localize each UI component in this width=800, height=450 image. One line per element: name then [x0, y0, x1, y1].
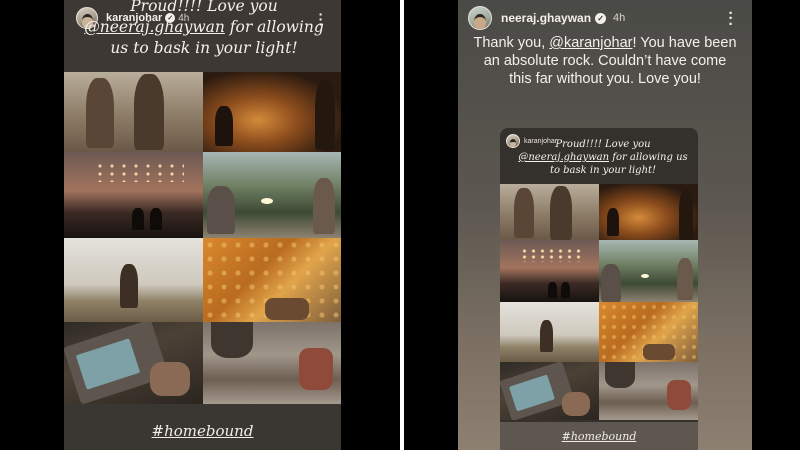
caption-text: Proud!!!! Love you [130, 0, 278, 15]
photo-tile [202, 322, 341, 404]
caption-mention[interactable]: @neeraj.ghaywan [84, 18, 225, 36]
shared-hashtag[interactable]: #homebound [500, 430, 698, 443]
hashtag-link[interactable]: #homebound [64, 422, 341, 440]
story-left: karanjohar ✓ 4h · · · Proud!!!! Love you @… [64, 0, 341, 450]
photo-tile [599, 184, 698, 240]
shared-caption-mention: @neeraj.ghaywan [518, 152, 610, 163]
post-time: 4h [613, 12, 626, 24]
avatar[interactable] [468, 6, 492, 30]
photo-tile [202, 72, 341, 152]
photo-tile [500, 302, 599, 362]
photo-grid [64, 72, 341, 404]
photo-tile [599, 302, 698, 362]
photo-tile [500, 184, 599, 240]
reply-mention[interactable]: @karanjohar [549, 35, 632, 51]
reply-text-start: Thank you, [473, 35, 550, 51]
photo-tile [599, 362, 698, 420]
photo-tile [64, 72, 203, 152]
photo-tile [202, 152, 341, 238]
photo-tile [202, 238, 341, 322]
more-options-icon[interactable]: · · · [726, 6, 736, 31]
story-user-row[interactable]: neeraj.ghaywan ✓ 4h [468, 6, 625, 30]
shared-story-card[interactable]: karanjohar Proud!!!! Love you @neeraj.gh… [500, 128, 698, 450]
shared-caption: Proud!!!! Love you @neeraj.ghaywan for a… [514, 138, 692, 177]
divider [400, 0, 404, 450]
reply-text: Thank you, @karanjohar! You have been an… [472, 34, 738, 88]
photo-tile [500, 240, 599, 302]
shared-caption-text: Proud!!!! Love you [555, 139, 651, 150]
verified-badge-icon: ✓ [595, 12, 607, 24]
photo-tile [64, 238, 203, 322]
story-caption: Proud!!!! Love you @neeraj.ghaywan for a… [84, 0, 324, 59]
username[interactable]: neeraj.ghaywan [501, 11, 591, 25]
photo-tile [64, 322, 203, 404]
photo-tile [599, 240, 698, 302]
story-right: neeraj.ghaywan ✓ 4h · · · Thank you, @kara… [458, 0, 752, 450]
photo-tile [64, 152, 203, 238]
photo-tile [500, 362, 599, 420]
shared-photo-grid [500, 184, 698, 420]
